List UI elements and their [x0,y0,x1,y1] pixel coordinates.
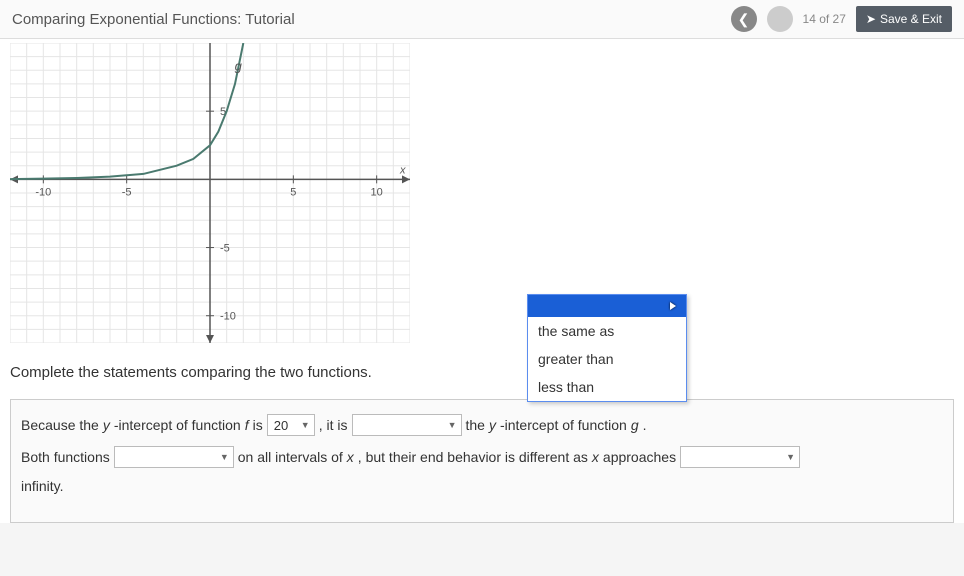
back-button[interactable]: ❮ [731,6,757,32]
var-y: y [489,417,496,433]
graph-container: -10-5510-10-55xg [10,39,954,356]
select-comparison[interactable] [352,414,462,436]
text: Because the [21,417,99,433]
text: -intercept of function [114,417,241,433]
var-y: y [103,417,110,433]
select-infinity-direction[interactable] [680,446,800,468]
text: , it is [319,417,348,433]
header-right: ❮ 14 of 27 ➤ Save & Exit [731,6,952,32]
var-f: f [245,417,249,433]
text: approaches [603,449,676,465]
svg-text:x: x [399,164,406,176]
select-yintercept-value[interactable]: 20 [267,414,315,436]
text: the [466,417,485,433]
statement-line-1: Because the y -intercept of function f i… [21,414,943,436]
statement-line-2: Both functions on all intervals of x , b… [21,446,943,468]
exit-icon: ➤ [866,12,876,26]
svg-text:-10: -10 [220,311,236,323]
function-graph: -10-5510-10-55xg [10,43,410,343]
dropdown-option-same[interactable]: the same as [528,317,686,345]
text: , but their end behavior is different as [358,449,588,465]
header-bar: Comparing Exponential Functions: Tutoria… [0,0,964,39]
statement-line-2b: infinity. [21,478,943,494]
content-area: -10-5510-10-55xg Complete the statements… [0,39,964,523]
save-exit-label: Save & Exit [880,12,942,26]
svg-text:-5: -5 [122,186,132,198]
text: on all intervals of [238,449,343,465]
text: -intercept of function [500,417,627,433]
chevron-left-icon: ❮ [738,11,750,28]
svg-text:-5: -5 [220,243,230,255]
var-x: x [347,449,354,465]
svg-text:5: 5 [290,186,296,198]
svg-text:-10: -10 [35,186,51,198]
text: infinity. [21,478,64,494]
progress-text: 14 of 27 [803,12,846,26]
dropdown-menu[interactable]: the same as greater than less than [527,294,687,402]
save-exit-button[interactable]: ➤ Save & Exit [856,6,952,32]
text: Both functions [21,449,110,465]
select-behavior[interactable] [114,446,234,468]
cursor-icon [670,302,676,310]
text: is [253,417,263,433]
dropdown-option-less[interactable]: less than [528,373,686,401]
dropdown-option-greater[interactable]: greater than [528,345,686,373]
var-x: x [592,449,599,465]
answer-box: the same as greater than less than Becau… [10,399,954,523]
dropdown-header [528,295,686,317]
var-g: g [631,417,639,433]
svg-text:g: g [235,58,243,73]
text: . [643,417,647,433]
avatar [767,6,793,32]
prompt-text: Complete the statements comparing the tw… [10,364,954,381]
page-title: Comparing Exponential Functions: Tutoria… [12,11,295,28]
svg-text:10: 10 [371,186,383,198]
